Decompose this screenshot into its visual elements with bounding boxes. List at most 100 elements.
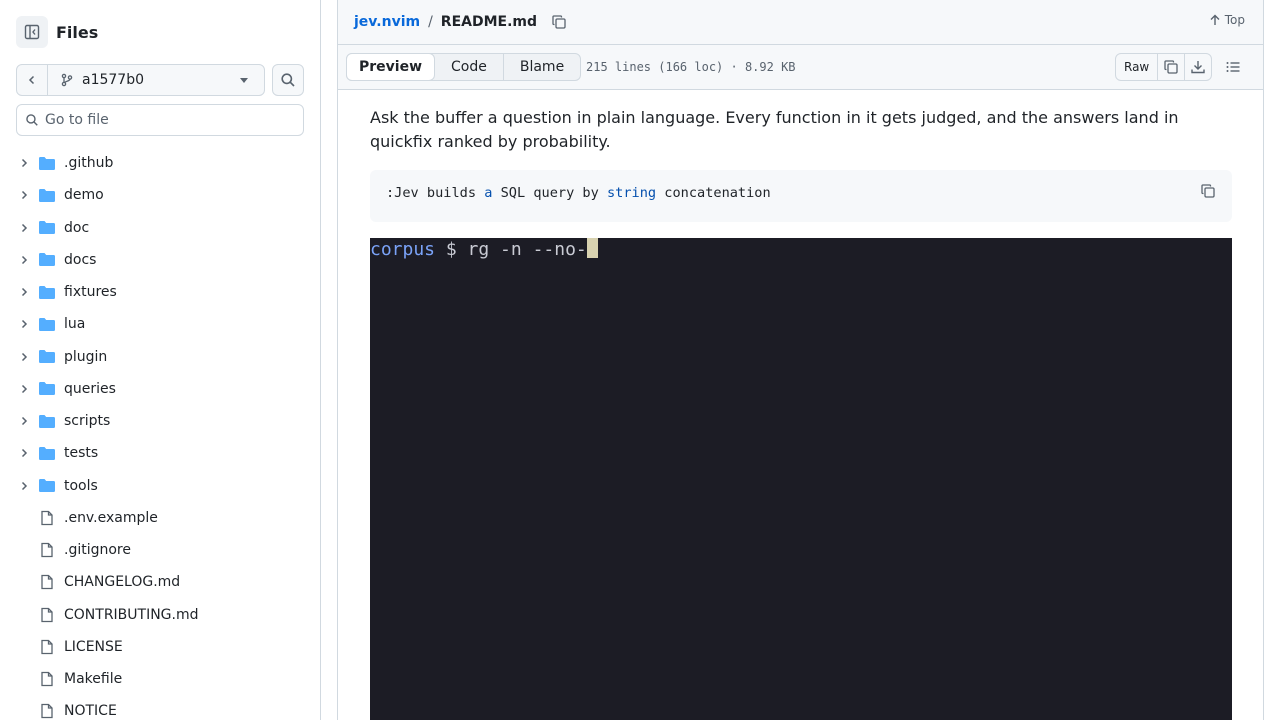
tree-item-label: demo: [64, 187, 104, 204]
view-mode-tabs: Preview Code Blame: [346, 53, 582, 81]
chevron-right-icon[interactable]: [16, 415, 32, 427]
sidebar-title: Files: [56, 22, 99, 42]
tree-folder[interactable]: tools: [16, 470, 312, 502]
chevron-right-icon[interactable]: [16, 318, 32, 330]
go-to-file-input[interactable]: [45, 112, 285, 128]
terminal-cwd: corpus: [370, 239, 436, 260]
code-text: :Jev builds: [386, 185, 485, 201]
back-button[interactable]: [17, 65, 48, 95]
raw-button[interactable]: Raw: [1116, 54, 1157, 80]
tree-item-label: tools: [64, 477, 98, 494]
terminal-prompt: $: [435, 239, 468, 260]
folder-icon: [38, 285, 56, 300]
folder-icon: [38, 156, 56, 171]
terminal-demo: corpus $ rg -n --no-: [370, 238, 1232, 720]
tree-folder[interactable]: plugin: [16, 341, 312, 373]
tree-folder[interactable]: queries: [16, 373, 312, 405]
breadcrumb: jev.nvim / README.md Top: [338, 0, 1263, 45]
copy-icon: [552, 15, 566, 29]
chevron-right-icon[interactable]: [16, 351, 32, 363]
chevron-right-icon[interactable]: [16, 254, 32, 266]
file-icon: [38, 607, 56, 623]
tree-file[interactable]: .env.example: [16, 502, 312, 534]
tree-item-label: .env.example: [64, 509, 158, 526]
tab-blame[interactable]: Blame: [502, 54, 580, 80]
top-button[interactable]: Top: [1209, 13, 1245, 27]
tree-item-label: NOTICE: [64, 703, 117, 720]
sidebar-header: Files: [16, 16, 98, 48]
collapse-sidebar-button[interactable]: [16, 16, 48, 48]
tree-item-label: scripts: [64, 413, 111, 430]
copy-raw-button[interactable]: [1157, 54, 1184, 80]
code-text: SQL query by: [492, 185, 607, 201]
tree-item-label: docs: [64, 251, 97, 268]
tree-file[interactable]: CONTRIBUTING.md: [16, 599, 312, 631]
top-label: Top: [1224, 13, 1245, 27]
go-to-file-field[interactable]: [16, 104, 304, 136]
file-icon: [38, 703, 56, 719]
branch-group: a1577b0: [16, 64, 265, 96]
tree-folder[interactable]: docs: [16, 244, 312, 276]
copy-icon: [1201, 184, 1215, 198]
caret-down-icon: [240, 77, 248, 83]
tree-item-label: CONTRIBUTING.md: [64, 606, 199, 623]
breadcrumb-repo-link[interactable]: jev.nvim: [354, 14, 420, 30]
folder-icon: [38, 349, 56, 364]
tree-folder[interactable]: demo: [16, 179, 312, 211]
file-icon: [38, 510, 56, 526]
tree-file[interactable]: LICENSE: [16, 631, 312, 663]
tree-item-label: doc: [64, 219, 90, 236]
list-icon: [1226, 62, 1240, 72]
copy-code-button[interactable]: [1200, 183, 1216, 203]
chevron-right-icon[interactable]: [16, 157, 32, 169]
sidebar-collapse-icon: [24, 24, 40, 40]
search-icon: [26, 114, 38, 126]
arrow-up-icon: [1210, 14, 1220, 25]
file-icon: [38, 639, 56, 655]
chevron-right-icon[interactable]: [16, 383, 32, 395]
outline-button[interactable]: [1219, 53, 1247, 81]
folder-icon: [38, 220, 56, 235]
download-icon: [1191, 61, 1205, 74]
tree-item-label: lua: [64, 316, 86, 333]
copy-path-button[interactable]: [551, 14, 567, 30]
search-button[interactable]: [272, 64, 304, 96]
tree-item-label: .github: [64, 155, 114, 172]
tree-item-label: tests: [64, 445, 99, 462]
terminal-cursor: [586, 238, 598, 258]
raw-actions: Raw: [1115, 53, 1213, 81]
tree-folder[interactable]: .github: [16, 147, 312, 179]
branch-selector[interactable]: a1577b0: [48, 65, 264, 95]
tree-folder[interactable]: lua: [16, 308, 312, 340]
code-keyword: string: [606, 185, 657, 201]
tree-file[interactable]: .gitignore: [16, 534, 312, 566]
tab-code[interactable]: Code: [435, 54, 503, 80]
tree-folder[interactable]: scripts: [16, 405, 312, 437]
branch-name: a1577b0: [82, 72, 145, 88]
chevron-right-icon[interactable]: [16, 480, 32, 492]
tree-item-label: fixtures: [64, 284, 117, 301]
tree-folder[interactable]: tests: [16, 437, 312, 469]
code-block: :Jev builds a SQL query by string concat…: [370, 170, 1232, 222]
file-tree-sidebar: Files a1577b0 .github de: [0, 0, 321, 720]
tree-file[interactable]: Makefile: [16, 663, 312, 695]
tree-file[interactable]: CHANGELOG.md: [16, 566, 312, 598]
tree-item-label: queries: [64, 380, 116, 397]
chevron-right-icon[interactable]: [16, 286, 32, 298]
chevron-right-icon[interactable]: [16, 222, 32, 234]
tab-preview[interactable]: Preview: [346, 53, 436, 81]
terminal-line: corpus $ rg -n --no-: [370, 238, 598, 261]
file-tree: .github demo doc docs fixtures lua plugi…: [16, 147, 312, 720]
chevron-right-icon[interactable]: [16, 447, 32, 459]
chevron-right-icon[interactable]: [16, 189, 32, 201]
readme-paragraph: Ask the buffer a question in plain langu…: [370, 108, 1179, 151]
tree-folder[interactable]: doc: [16, 212, 312, 244]
download-button[interactable]: [1184, 54, 1211, 80]
folder-icon: [38, 446, 56, 461]
folder-icon: [38, 478, 56, 493]
tree-file[interactable]: NOTICE: [16, 695, 312, 720]
file-stats: 215 lines (166 loc) · 8.92 KB: [586, 60, 796, 74]
tree-folder[interactable]: fixtures: [16, 276, 312, 308]
tree-item-label: CHANGELOG.md: [64, 574, 181, 591]
breadcrumb-separator: /: [428, 14, 433, 30]
